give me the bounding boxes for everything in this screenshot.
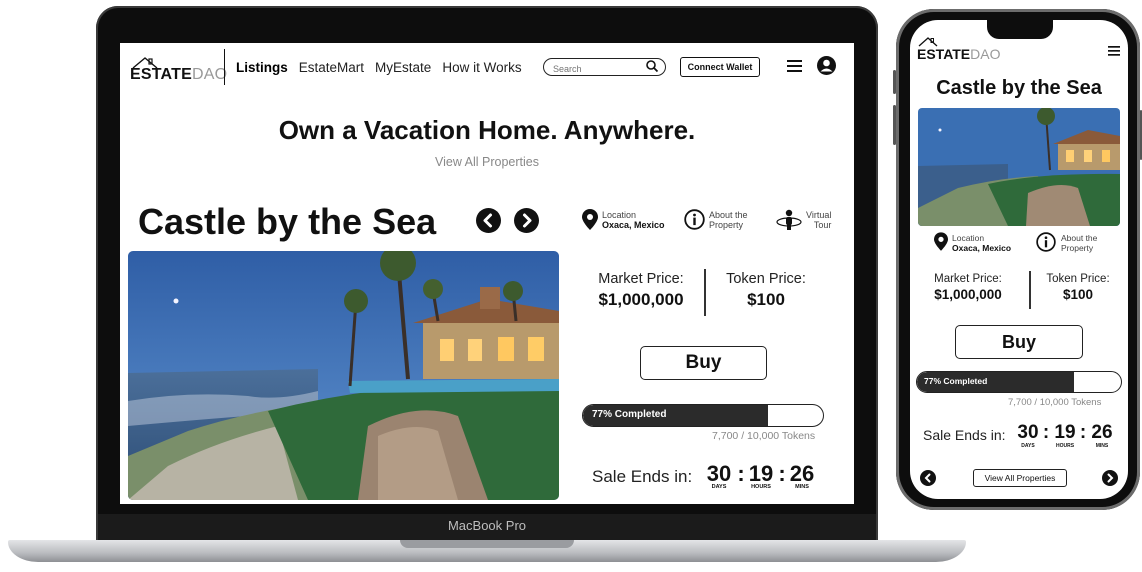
token-price-block: Token Price: $100 — [716, 271, 816, 310]
countdown-hours-unit: HOURS — [751, 484, 771, 490]
location-info[interactable]: Location Oxaca, Mexico — [582, 209, 665, 230]
mobile-market-price: Market Price: $1,000,000 — [918, 273, 1018, 302]
top-nav: ESTATEDAO Listings EstateMart MyEstate H… — [120, 43, 854, 91]
menu-icon[interactable] — [787, 60, 802, 72]
countdown-sep-1: : — [737, 461, 745, 486]
location-value: Oxaca, Mexico — [602, 219, 665, 230]
mobile-property-photo[interactable] — [918, 108, 1120, 226]
mobile-about-line-1: About the — [1061, 233, 1098, 243]
phone-screen: ESTATEDAO Castle by the Sea Location Oxa… — [910, 20, 1128, 499]
tour-line-2: Tour — [813, 220, 832, 230]
nav-link-myestate[interactable]: MyEstate — [375, 60, 431, 75]
market-price-label: Market Price: — [598, 271, 684, 287]
laptop-model-label: MacBook Pro — [447, 518, 527, 533]
laptop-screen: ESTATEDAO Listings EstateMart MyEstate H… — [120, 43, 854, 504]
token-price-label: Token Price: — [726, 271, 806, 287]
mobile-token-price: Token Price: $100 — [1036, 273, 1120, 302]
tokens-sold-count: 7,700 / 10,000 Tokens — [712, 430, 816, 442]
property-photo[interactable] — [128, 251, 559, 500]
virtual-tour-info[interactable]: Virtual Tour — [776, 209, 831, 231]
mobile-location-value: Oxaca, Mexico — [952, 243, 1012, 253]
map-pin-icon — [934, 232, 948, 251]
about-property-info[interactable]: About the Property — [684, 209, 748, 230]
mobile-countdown-hours: 19 — [1054, 422, 1076, 443]
sale-progress-label: 77% Completed — [592, 409, 667, 420]
mobile-countdown-days: 30 — [1017, 422, 1039, 443]
mobile-menu-icon[interactable] — [1108, 46, 1120, 56]
about-line-1: About the — [709, 209, 748, 220]
mobile-progress-bar: 77% Completed — [916, 371, 1122, 393]
countdown-mins-unit: MINS — [795, 484, 809, 490]
nav-link-estatemart[interactable]: EstateMart — [299, 60, 364, 75]
mobile-token-price-value: $100 — [1062, 287, 1094, 302]
mobile-price-divider — [1029, 271, 1031, 309]
mobile-sale-ends-label: Sale Ends in: — [923, 427, 1006, 443]
mobile-location-info[interactable]: Location Oxaca, Mexico — [952, 233, 1011, 253]
mobile-previous-button[interactable] — [920, 470, 936, 486]
mobile-next-button[interactable] — [1102, 470, 1118, 486]
nav-link-how-it-works[interactable]: How it Works — [442, 60, 521, 75]
laptop-notch — [400, 540, 574, 548]
mobile-view-all-properties-button[interactable]: View All Properties — [973, 469, 1067, 487]
mobile-countdown-hours-unit: HOURS — [1055, 443, 1075, 449]
mobile-countdown-mins: 26 — [1091, 422, 1113, 443]
mobile-progress-label: 77% Completed — [924, 376, 988, 386]
search-box — [543, 58, 666, 76]
info-icon — [684, 209, 705, 230]
sale-progress-bar: 77% Completed — [582, 404, 824, 427]
mobile-buy-button[interactable]: Buy — [955, 325, 1083, 359]
market-price-value: $1,000,000 — [598, 290, 684, 309]
mobile-countdown-days-unit: DAYS — [1021, 443, 1035, 449]
about-line-2: Property — [709, 219, 744, 230]
view-all-properties-link[interactable]: View All Properties — [120, 155, 854, 169]
mobile-market-price-value: $1,000,000 — [934, 287, 1002, 302]
info-icon[interactable] — [1036, 232, 1056, 252]
token-price-value: $100 — [747, 290, 785, 309]
nav-links: Listings EstateMart MyEstate How it Work… — [236, 60, 522, 75]
virtual-tour-icon — [776, 209, 802, 230]
next-property-button[interactable] — [514, 208, 539, 233]
map-pin-icon — [582, 209, 598, 230]
sale-ends-label: Sale Ends in: — [592, 467, 693, 486]
mobile-property-title: Castle by the Sea — [936, 77, 1102, 99]
location-label: Location — [602, 209, 637, 220]
estatedao-logo[interactable]: ESTATEDAO — [130, 53, 227, 83]
mobile-about-line-2: Property — [1061, 243, 1094, 253]
countdown-days-unit: DAYS — [711, 484, 727, 490]
search-input[interactable] — [551, 63, 645, 75]
mobile-tokens-sold-count: 7,700 / 10,000 Tokens — [1008, 397, 1102, 408]
countdown-sep-2: : — [778, 461, 786, 486]
buy-button[interactable]: Buy — [640, 346, 767, 380]
nav-divider — [224, 49, 225, 85]
connect-wallet-button[interactable]: Connect Wallet — [680, 57, 760, 77]
property-photo-image — [128, 251, 559, 500]
price-divider — [704, 269, 706, 316]
logo-wordmark: ESTATEDAO — [130, 66, 228, 83]
chevron-right-icon — [1107, 473, 1114, 483]
mobile-countdown-sep-2: : — [1079, 422, 1087, 443]
nav-link-listings[interactable]: Listings — [236, 60, 288, 75]
chevron-left-icon — [483, 213, 492, 228]
chevron-left-icon — [924, 473, 931, 483]
mobile-location-label: Location — [952, 233, 985, 243]
mobile-market-price-label: Market Price: — [934, 273, 1002, 285]
previous-property-button[interactable] — [476, 208, 501, 233]
mobile-about-info[interactable]: About the Property — [1061, 233, 1097, 253]
property-title: Castle by the Sea — [138, 201, 437, 242]
chevron-right-icon — [523, 213, 532, 228]
search-icon[interactable] — [645, 59, 659, 73]
market-price-block: Market Price: $1,000,000 — [586, 271, 696, 310]
mobile-countdown-mins-unit: MINS — [1095, 443, 1109, 449]
hero-headline: Own a Vacation Home. Anywhere. — [278, 115, 696, 145]
tour-line-1: Virtual — [806, 210, 832, 220]
phone-notch — [987, 19, 1053, 39]
user-account-icon[interactable] — [817, 56, 836, 75]
mobile-token-price-label: Token Price: — [1046, 273, 1110, 285]
mobile-property-photo-image — [918, 108, 1120, 226]
mobile-logo-wordmark[interactable]: ESTATEDAO — [917, 46, 1001, 62]
mobile-countdown-sep-1: : — [1042, 422, 1050, 443]
